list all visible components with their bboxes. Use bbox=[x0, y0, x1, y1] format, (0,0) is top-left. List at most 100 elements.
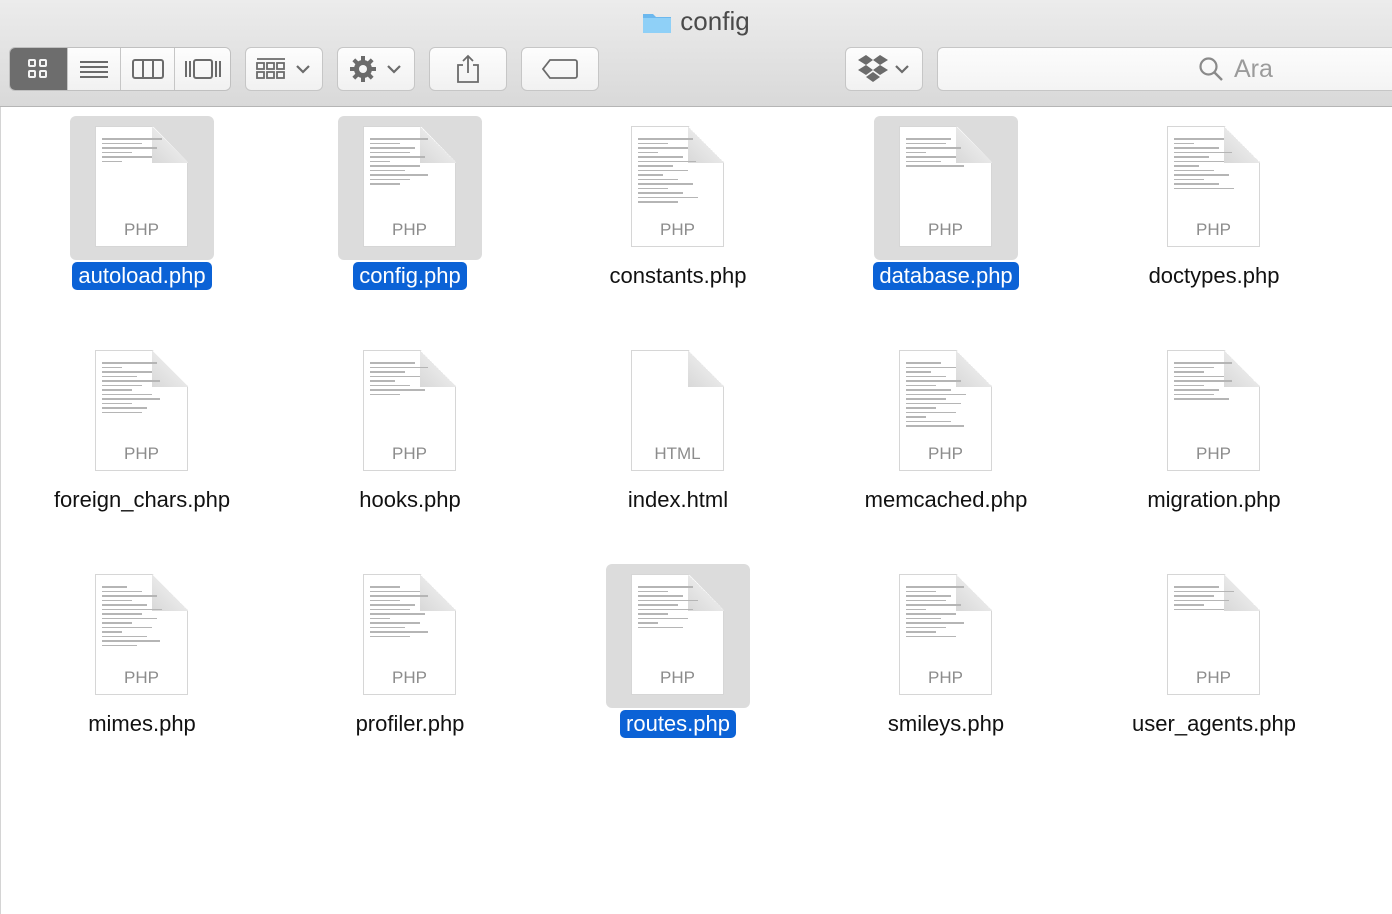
window-title-text: config bbox=[680, 6, 750, 36]
file-extension-label: PHP bbox=[928, 444, 963, 463]
action-button[interactable] bbox=[337, 47, 415, 91]
file-extension-label: PHP bbox=[124, 444, 159, 463]
file-name-label: constants.php bbox=[609, 263, 747, 288]
search-field[interactable]: Ara bbox=[937, 47, 1392, 91]
file-thumbnail: PHP bbox=[338, 564, 482, 708]
file-extension-label: PHP bbox=[660, 668, 695, 687]
file-name: migration.php bbox=[1080, 486, 1348, 514]
file-name: user_agents.php bbox=[1080, 710, 1348, 738]
text-preview bbox=[370, 362, 430, 447]
text-preview bbox=[638, 138, 698, 223]
file-name-label: smileys.php bbox=[887, 711, 1005, 736]
file-item[interactable]: PHP database.php bbox=[812, 107, 1080, 331]
file-thumbnail: HTML bbox=[606, 340, 750, 484]
file-name-label: routes.php bbox=[620, 710, 736, 738]
search-icon bbox=[1199, 57, 1223, 81]
file-name: routes.php bbox=[544, 710, 812, 738]
file-item[interactable]: PHP autoload.php bbox=[8, 107, 276, 331]
file-icon-grid: PHP autoload.php PHP config.php PHP constants… bbox=[0, 107, 1392, 914]
file-thumbnail: PHP bbox=[606, 116, 750, 260]
file-name-label: hooks.php bbox=[359, 487, 461, 512]
file-name-label: profiler.php bbox=[355, 711, 465, 736]
file-item[interactable]: PHP routes.php bbox=[544, 555, 812, 779]
text-preview bbox=[370, 586, 430, 671]
file-extension-label: PHP bbox=[124, 668, 159, 687]
chevron-down-icon bbox=[296, 65, 310, 74]
file-name-label: mimes.php bbox=[88, 711, 196, 736]
finder-toolbar: config Ara bbox=[0, 0, 1392, 107]
file-item[interactable]: PHP smileys.php bbox=[812, 555, 1080, 779]
file-item[interactable]: PHP hooks.php bbox=[276, 331, 544, 555]
text-preview bbox=[102, 138, 162, 223]
file-name-label: user_agents.php bbox=[1132, 711, 1296, 736]
file-name-label: index.html bbox=[627, 487, 729, 512]
file-item[interactable]: PHP doctypes.php bbox=[1080, 107, 1348, 331]
file-thumbnail: PHP bbox=[874, 564, 1018, 708]
share-button[interactable] bbox=[429, 47, 507, 91]
file-thumbnail: PHP bbox=[70, 116, 214, 260]
file-name-label: config.php bbox=[353, 262, 467, 290]
file-extension-label: PHP bbox=[928, 220, 963, 239]
text-preview bbox=[1174, 586, 1234, 671]
file-name: mimes.php bbox=[8, 710, 276, 738]
file-name: profiler.php bbox=[276, 710, 544, 738]
file-name: smileys.php bbox=[812, 710, 1080, 738]
file-name: constants.php bbox=[544, 262, 812, 290]
file-extension-label: PHP bbox=[928, 668, 963, 687]
coverflow-icon bbox=[184, 59, 221, 79]
file-extension-label: PHP bbox=[1196, 668, 1231, 687]
text-preview bbox=[102, 362, 162, 447]
file-thumbnail: PHP bbox=[70, 564, 214, 708]
file-extension-label: PHP bbox=[1196, 444, 1231, 463]
file-thumbnail: PHP bbox=[874, 340, 1018, 484]
page-fold bbox=[688, 350, 724, 387]
dropbox-button[interactable] bbox=[845, 47, 923, 91]
text-preview bbox=[102, 586, 162, 671]
file-extension-label: PHP bbox=[392, 668, 427, 687]
file-name-label: migration.php bbox=[1147, 487, 1281, 512]
file-extension-label: PHP bbox=[392, 444, 427, 463]
list-view-button[interactable] bbox=[67, 48, 122, 90]
text-preview bbox=[1174, 362, 1234, 447]
file-extension-label: HTML bbox=[654, 444, 701, 463]
file-name-label: database.php bbox=[873, 262, 1019, 290]
file-thumbnail: PHP bbox=[70, 340, 214, 484]
share-icon bbox=[457, 54, 479, 83]
file-thumbnail: PHP bbox=[1142, 564, 1286, 708]
text-preview bbox=[638, 586, 698, 671]
text-preview bbox=[906, 138, 966, 223]
text-preview bbox=[906, 586, 966, 671]
file-extension-label: PHP bbox=[1196, 220, 1231, 239]
file-name: foreign_chars.php bbox=[8, 486, 276, 514]
text-preview bbox=[1174, 138, 1234, 223]
gallery-view-button[interactable] bbox=[175, 48, 230, 90]
file-name: autoload.php bbox=[8, 262, 276, 290]
gear-icon bbox=[350, 56, 376, 82]
file-item[interactable]: PHP constants.php bbox=[544, 107, 812, 331]
file-name-label: doctypes.php bbox=[1148, 263, 1280, 288]
icon-view-button[interactable] bbox=[10, 48, 68, 90]
file-item[interactable]: PHP migration.php bbox=[1080, 331, 1348, 555]
file-item[interactable]: PHP mimes.php bbox=[8, 555, 276, 779]
file-item[interactable]: PHP foreign_chars.php bbox=[8, 331, 276, 555]
tags-button[interactable] bbox=[521, 47, 599, 91]
file-name-label: foreign_chars.php bbox=[53, 487, 231, 512]
arrange-button[interactable] bbox=[245, 47, 323, 91]
view-mode-control bbox=[9, 47, 231, 91]
file-item[interactable]: PHP profiler.php bbox=[276, 555, 544, 779]
arrange-grid-icon bbox=[256, 58, 285, 79]
file-item[interactable]: PHP config.php bbox=[276, 107, 544, 331]
column-view-button[interactable] bbox=[121, 48, 176, 90]
file-thumbnail: PHP bbox=[338, 116, 482, 260]
file-extension-label: PHP bbox=[660, 220, 695, 239]
file-thumbnail: PHP bbox=[338, 340, 482, 484]
chevron-down-icon bbox=[387, 65, 401, 74]
file-item[interactable]: HTML index.html bbox=[544, 331, 812, 555]
file-name: memcached.php bbox=[812, 486, 1080, 514]
file-name: doctypes.php bbox=[1080, 262, 1348, 290]
tag-icon bbox=[541, 59, 578, 79]
file-item[interactable]: PHP memcached.php bbox=[812, 331, 1080, 555]
text-preview bbox=[370, 138, 430, 223]
list-icon bbox=[80, 61, 109, 78]
file-item[interactable]: PHP user_agents.php bbox=[1080, 555, 1348, 779]
